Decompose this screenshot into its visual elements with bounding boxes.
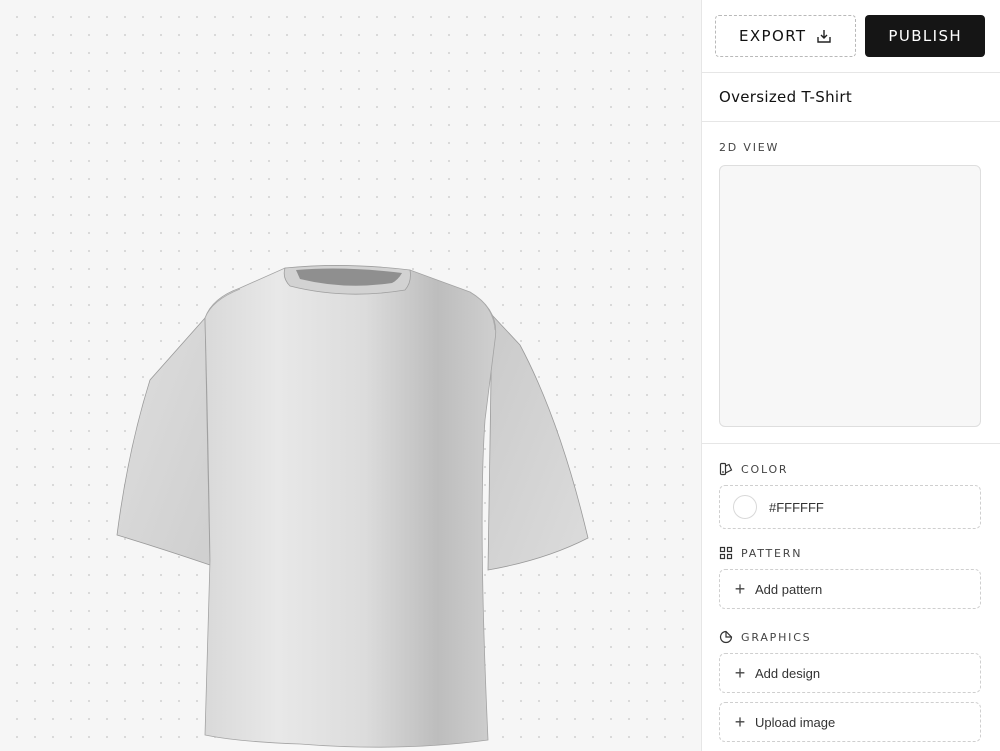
graphics-label: GRAPHICS — [719, 630, 981, 644]
color-label-text: COLOR — [741, 462, 789, 476]
color-swatch[interactable] — [733, 495, 757, 519]
2d-view-preview[interactable] — [719, 165, 981, 427]
publish-label: PUBLISH — [888, 27, 963, 45]
upload-image-button[interactable]: + Upload image — [719, 702, 981, 742]
export-button[interactable]: EXPORT — [715, 15, 857, 57]
grid-icon — [719, 546, 733, 560]
plus-icon: + — [734, 663, 746, 683]
color-label: COLOR — [719, 462, 981, 476]
graphics-section: GRAPHICS + Add design + Upload image — [702, 609, 1000, 742]
tshirt-3d-model[interactable] — [100, 255, 600, 751]
export-label: EXPORT — [738, 27, 807, 45]
sticker-icon — [719, 630, 733, 644]
color-value: #FFFFFF — [769, 499, 824, 515]
add-design-label: Add design — [755, 665, 821, 681]
2d-view-label: 2D VIEW — [719, 141, 981, 154]
add-pattern-label: Add pattern — [755, 581, 823, 597]
pattern-label: PATTERN — [719, 546, 981, 560]
palette-icon — [719, 462, 733, 476]
2d-view-label-text: 2D VIEW — [719, 141, 780, 154]
color-field[interactable]: #FFFFFF — [719, 485, 981, 529]
color-section: COLOR #FFFFFF — [702, 444, 1000, 529]
plus-icon: + — [734, 579, 746, 599]
plus-icon: + — [734, 712, 746, 732]
download-tray-icon — [817, 30, 832, 43]
2d-view-section: 2D VIEW — [702, 122, 1000, 444]
page-title: Oversized T-Shirt — [719, 88, 852, 106]
design-panel: EXPORT PUBLISH Oversized T-Shirt 2D VIEW… — [701, 0, 1000, 751]
upload-image-label: Upload image — [755, 714, 836, 730]
panel-toolbar: EXPORT PUBLISH — [702, 0, 1000, 73]
add-pattern-button[interactable]: + Add pattern — [719, 569, 981, 609]
add-design-button[interactable]: + Add design — [719, 653, 981, 693]
graphics-label-text: GRAPHICS — [741, 630, 812, 644]
publish-button[interactable]: PUBLISH — [865, 15, 985, 57]
3d-canvas[interactable] — [0, 0, 700, 751]
product-header: Oversized T-Shirt — [702, 73, 1000, 122]
pattern-section: PATTERN + Add pattern — [702, 529, 1000, 609]
pattern-label-text: PATTERN — [741, 546, 803, 560]
